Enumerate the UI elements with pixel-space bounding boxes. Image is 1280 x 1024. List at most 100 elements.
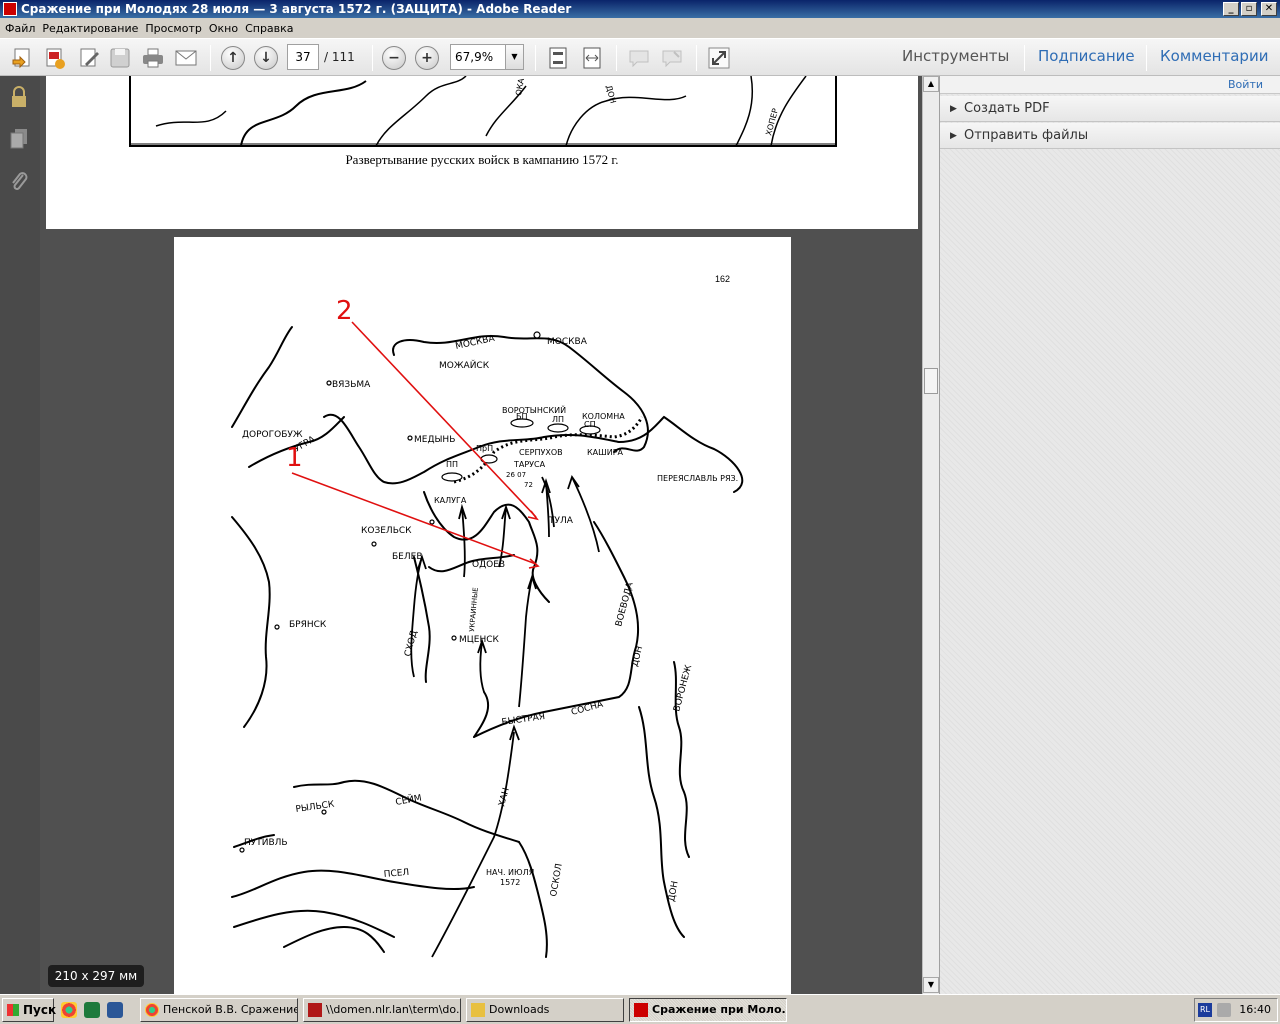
task-adobe-reader[interactable]: Сражение при Моло... xyxy=(629,998,787,1022)
map-label-serpukhov: СЕРПУХОВ xyxy=(519,448,563,457)
close-button[interactable]: ✕ xyxy=(1261,2,1277,16)
page-number-input[interactable]: 37 xyxy=(287,44,319,70)
tools-panel: Войти ▶ Создать PDF ▶ Отправить файлы xyxy=(939,76,1280,994)
map-label-pp: ПП xyxy=(446,460,458,469)
annotation-marker-1: 1 xyxy=(286,443,303,473)
map-label-dorogobuzh: ДОРОГОБУЖ xyxy=(242,430,303,440)
map-label-khan: ХАН xyxy=(497,787,512,808)
figure-caption: Развертывание русских войск в кампанию 1… xyxy=(345,152,619,167)
tab-tools[interactable]: Инструменты xyxy=(902,47,1009,65)
map-label-belev: БЕЛЕВ xyxy=(392,552,423,562)
save-icon[interactable] xyxy=(108,46,132,70)
map-label-bystraya: БЫСТРАЯ xyxy=(501,712,546,728)
network-icon[interactable] xyxy=(1217,1003,1231,1017)
toolbar-separator xyxy=(1024,45,1025,71)
pages-icon[interactable] xyxy=(9,128,29,150)
fit-page-icon[interactable] xyxy=(546,46,570,70)
tab-sign[interactable]: Подписание xyxy=(1038,47,1135,65)
expand-arrow-icon: ▶ xyxy=(950,104,957,114)
map-label-vorotynsky: ВОРОТЫНСКИЙ xyxy=(502,404,566,415)
task-label: \\domen.nlr.lan\term\do... xyxy=(326,1003,461,1016)
map-label-nach-iyulya: НАЧ. ИЮЛЯ xyxy=(486,868,534,877)
document-view[interactable]: ОКА ДОН ХОПЕР Развертывание русских войс… xyxy=(40,76,922,994)
map-label-tarusa: ТАРУСА xyxy=(513,460,546,469)
window-title: Сражение при Молодях 28 июля — 3 августа… xyxy=(21,2,572,16)
map-label-psel: ПСЕЛ xyxy=(383,868,409,880)
previous-page-button[interactable]: ↑ xyxy=(221,46,245,70)
zoom-dropdown-button[interactable]: ▼ xyxy=(505,44,524,70)
next-page-button[interactable]: ↓ xyxy=(254,46,278,70)
map-label-don-south: ДОН xyxy=(667,880,680,902)
scroll-down-button[interactable]: ▼ xyxy=(923,977,939,993)
map-label-putivl: ПУТИВЛЬ xyxy=(244,838,288,848)
map-label-moskva-city: МОСКВА xyxy=(547,337,588,347)
annotation-marker-2: 2 xyxy=(336,296,353,326)
excel-icon[interactable] xyxy=(84,1002,100,1018)
task-downloads[interactable]: Downloads xyxy=(466,998,624,1022)
attachment-icon[interactable] xyxy=(9,170,29,192)
map-label-tula: ТУЛА xyxy=(548,516,574,526)
adobe-reader-icon xyxy=(634,1003,648,1017)
menu-file[interactable]: Файл xyxy=(4,22,41,35)
map-label-rylsk: РЫЛЬСК xyxy=(295,800,336,815)
map-label-mozhaisk: МОЖАЙСК xyxy=(439,359,490,371)
navigation-panel xyxy=(0,76,40,994)
map-label-date-26-07: 26 07 xyxy=(506,471,526,479)
window-titlebar: Сражение при Молодях 28 июля — 3 августа… xyxy=(0,0,1280,18)
menu-view[interactable]: Просмотр xyxy=(144,22,207,35)
map-label-oka-top: ОКА xyxy=(514,77,526,96)
folder-icon xyxy=(471,1003,485,1017)
zoom-input[interactable]: 67,9% xyxy=(450,44,506,70)
menu-window[interactable]: Окно xyxy=(208,22,244,35)
scroll-thumb[interactable] xyxy=(924,368,938,394)
print-icon[interactable] xyxy=(141,46,165,70)
create-pdf-icon[interactable] xyxy=(43,46,67,70)
maximize-button[interactable]: ▫ xyxy=(1241,2,1257,16)
map-label-prp: ПрП xyxy=(476,444,493,453)
edit-icon[interactable] xyxy=(77,46,101,70)
menu-edit[interactable]: Редактирование xyxy=(41,22,144,35)
open-file-icon[interactable] xyxy=(10,46,34,70)
map-label-kozelsk: КОЗЕЛЬСК xyxy=(361,526,412,536)
send-files-item[interactable]: ▶ Отправить файлы xyxy=(940,123,1280,149)
adobe-reader-icon xyxy=(3,2,17,16)
toolbar-separator xyxy=(535,45,536,71)
language-indicator[interactable]: RL xyxy=(1198,1003,1212,1017)
login-link[interactable]: Войти xyxy=(1228,78,1263,91)
start-button[interactable]: Пуск xyxy=(2,998,56,1022)
lock-icon[interactable] xyxy=(9,86,29,108)
campaign-map: МОСКВА МОСКВА МОЖАЙСК ВЯЗЬМА ДОРОГОБУЖ У… xyxy=(231,296,744,958)
task-chrome-penskoy[interactable]: Пенской В.В. Сражение... xyxy=(140,998,298,1022)
minimize-button[interactable]: _ xyxy=(1223,2,1239,16)
chrome-icon[interactable] xyxy=(61,1002,77,1018)
task-label: Downloads xyxy=(489,1003,550,1016)
email-icon[interactable] xyxy=(174,46,198,70)
fit-width-icon[interactable] xyxy=(580,46,604,70)
expand-icon[interactable] xyxy=(707,46,731,70)
task-filezilla[interactable]: \\domen.nlr.lan\term\do... xyxy=(303,998,461,1022)
menu-help[interactable]: Справка xyxy=(244,22,299,35)
send-files-label: Отправить файлы xyxy=(964,128,1089,143)
map-label-odoev: ОДОЕВ xyxy=(472,560,505,570)
toolbar-separator xyxy=(1146,45,1147,71)
map-label-vyazma: ВЯЗЬМА xyxy=(332,380,371,390)
map-label-bp: БП xyxy=(516,412,528,421)
toolbar-separator xyxy=(616,45,617,71)
comment-icon[interactable] xyxy=(627,46,651,70)
create-pdf-item[interactable]: ▶ Создать PDF xyxy=(940,96,1280,122)
toolbar-separator xyxy=(210,45,211,71)
highlight-icon[interactable] xyxy=(660,46,684,70)
page-size-badge: 210 x 297 мм xyxy=(48,965,144,987)
tab-comments[interactable]: Комментарии xyxy=(1160,47,1268,65)
map-label-year-1572: 1572 xyxy=(500,878,520,887)
zoom-out-button[interactable]: − xyxy=(382,46,406,70)
map-label-kashira: КАШИРА xyxy=(587,448,624,457)
page-total-label: / 111 xyxy=(324,50,355,64)
word-icon[interactable] xyxy=(107,1002,123,1018)
vertical-scrollbar[interactable]: ▲ ▼ xyxy=(922,76,939,994)
map-label-lp: ЛП xyxy=(552,415,564,424)
toolbar-separator xyxy=(696,45,697,71)
map-label-voevoda: ВОЕВОДА xyxy=(614,581,636,628)
zoom-in-button[interactable]: + xyxy=(415,46,439,70)
scroll-up-button[interactable]: ▲ xyxy=(923,76,939,92)
